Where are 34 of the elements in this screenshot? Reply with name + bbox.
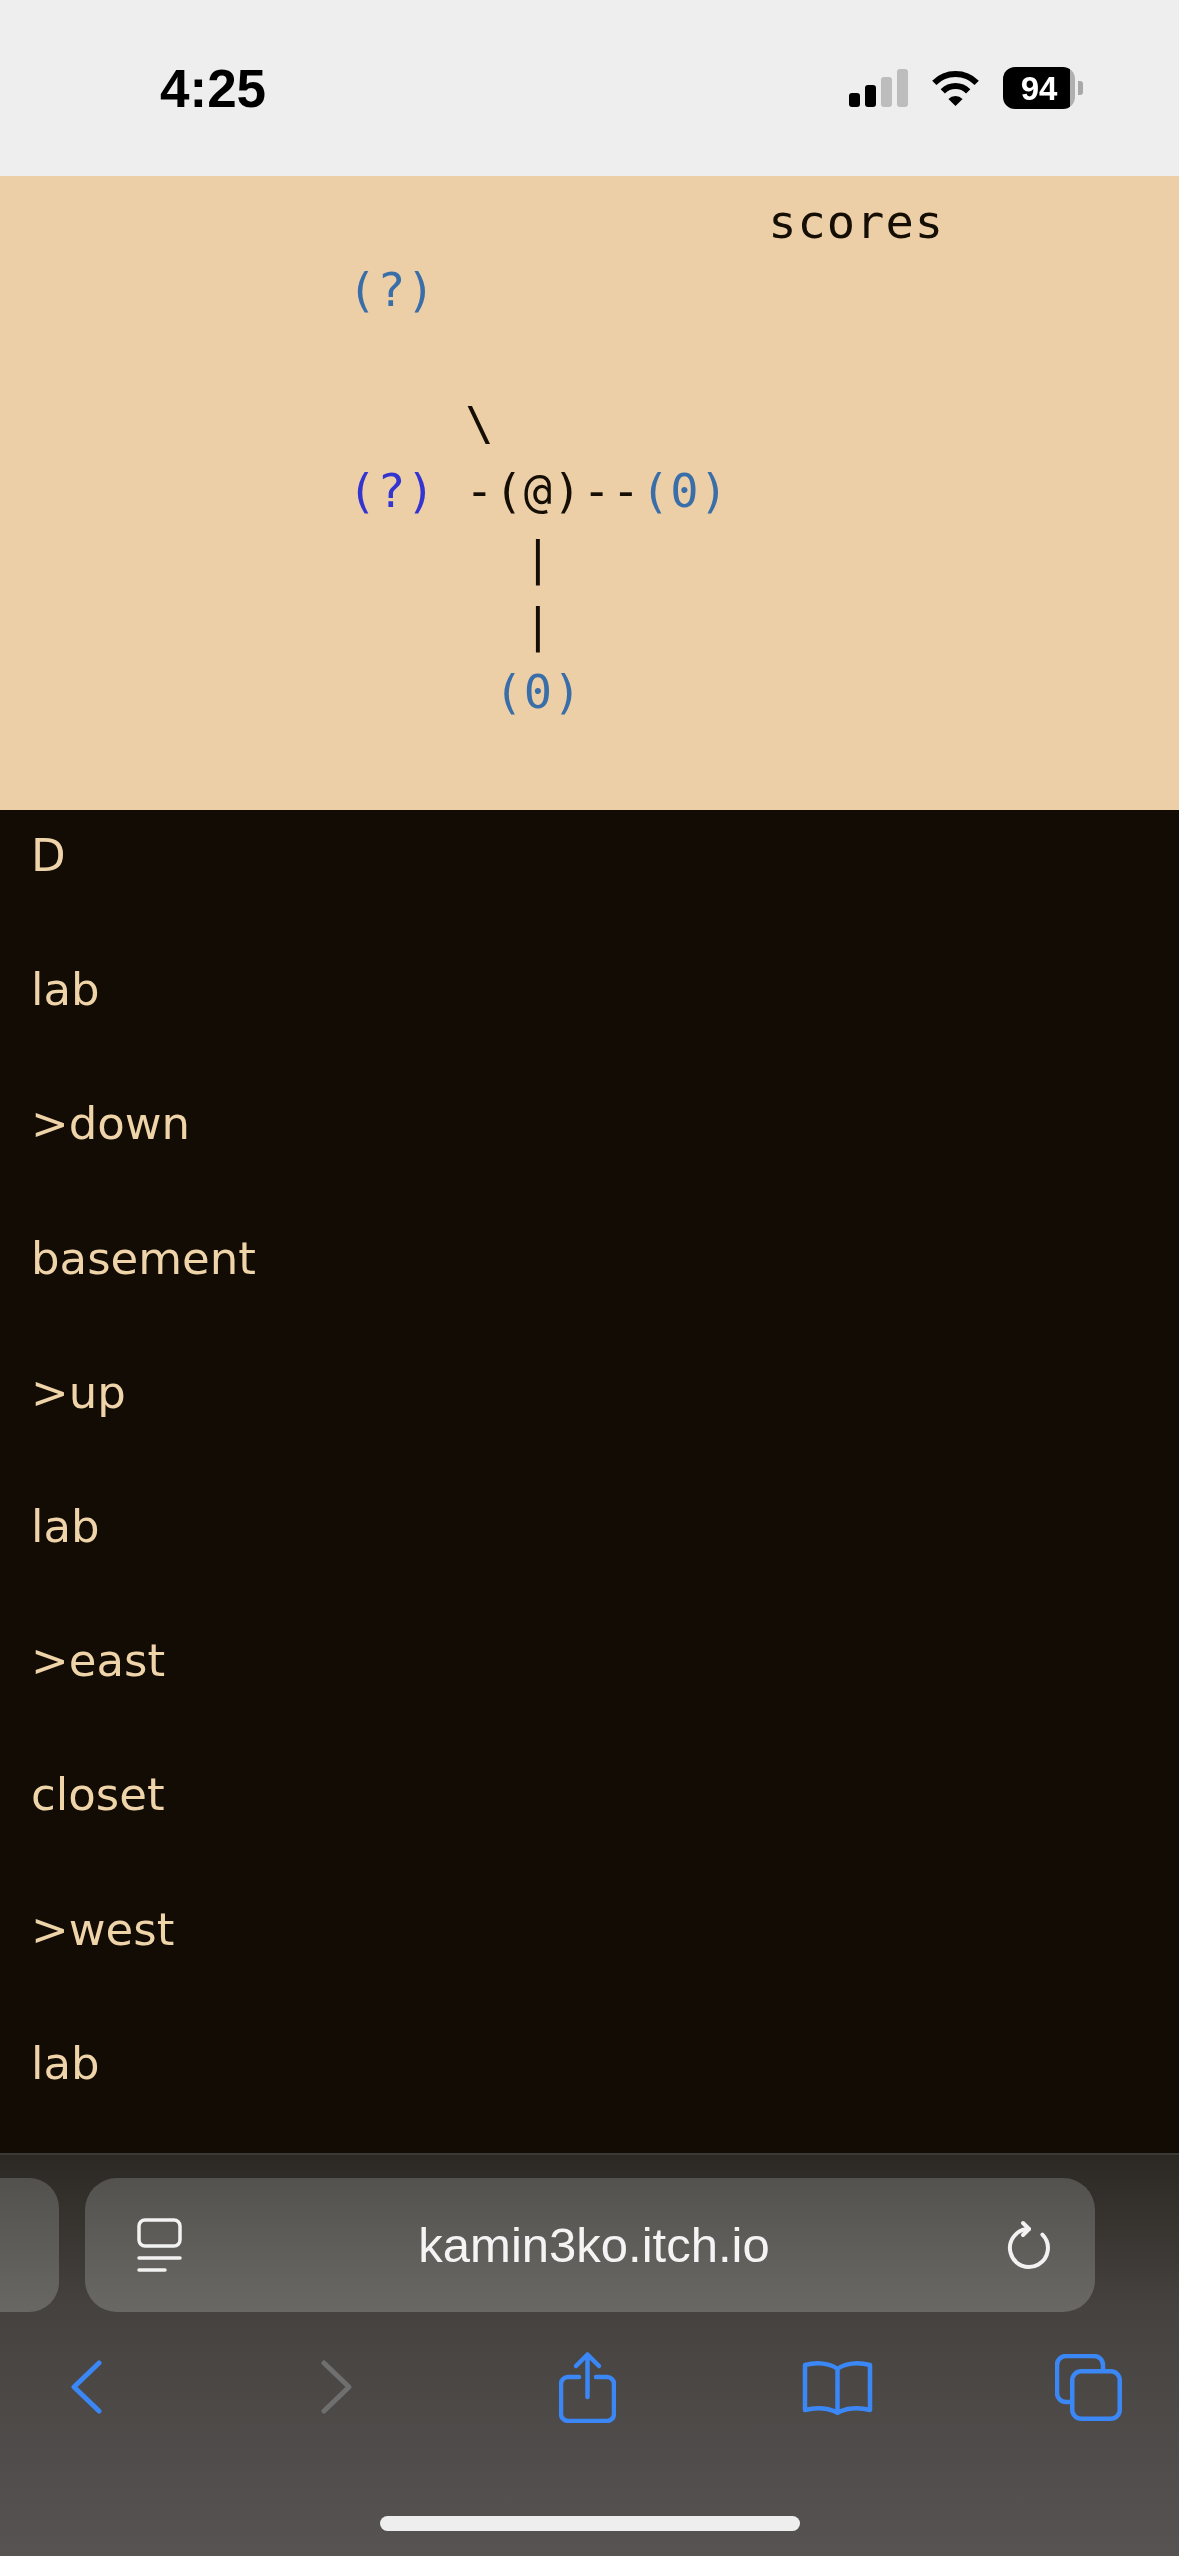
- share-icon[interactable]: [558, 2351, 616, 2423]
- player-marker: (@): [494, 462, 583, 520]
- map-connector: \: [465, 395, 495, 453]
- log-line: >down: [31, 1096, 191, 1153]
- map-connector: -: [465, 462, 495, 520]
- wifi-icon: [929, 69, 982, 107]
- signal-icon: [849, 69, 908, 107]
- log-line: lab: [31, 1498, 100, 1555]
- address-bar[interactable]: kamin3ko.itch.io: [85, 2178, 1095, 2312]
- map-connector: |: [523, 529, 554, 588]
- log-line: closet: [31, 1767, 165, 1824]
- log-line: >up: [31, 1364, 126, 1421]
- back-icon[interactable]: [70, 2360, 102, 2414]
- page-menu-icon[interactable]: [137, 2217, 182, 2273]
- clock-time: 4:25: [160, 61, 267, 115]
- map-room: (?): [348, 261, 436, 319]
- log-line: >east: [31, 1633, 166, 1690]
- map-room: (?): [348, 462, 436, 520]
- log-line: lab: [31, 2035, 100, 2092]
- tabs-icon[interactable]: [1054, 2353, 1122, 2421]
- scores-link[interactable]: scores: [768, 188, 944, 256]
- reload-icon[interactable]: [1006, 2220, 1052, 2270]
- log-line: >west: [31, 1901, 175, 1958]
- url-text[interactable]: kamin3ko.itch.io: [418, 2215, 770, 2275]
- map-room: (0): [640, 462, 729, 520]
- map-connector: |: [523, 596, 554, 655]
- log-line: lab: [31, 962, 100, 1019]
- log-line: D: [31, 828, 66, 884]
- map-connector: --: [582, 462, 641, 520]
- log-line: basement: [31, 1230, 256, 1287]
- map-room: (0): [494, 663, 583, 721]
- adjacent-tab-edge[interactable]: [0, 2178, 59, 2312]
- battery-indicator: 94: [1003, 67, 1083, 109]
- book-icon[interactable]: [802, 2359, 874, 2415]
